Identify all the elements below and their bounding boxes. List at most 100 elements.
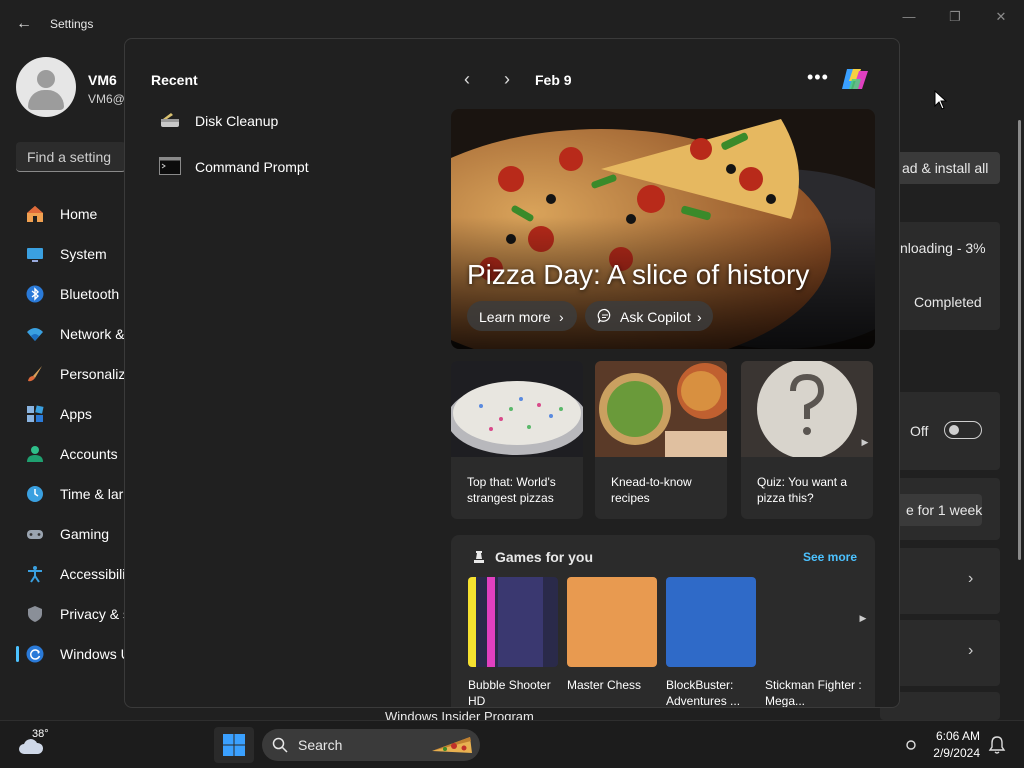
sidebar-item-label: Home [60, 206, 98, 222]
games-title: Games for you [495, 549, 594, 565]
wifi-icon [27, 328, 43, 341]
chevron-right-icon: › [697, 309, 702, 325]
games-next-arrow[interactable]: ▶ [857, 607, 869, 629]
toggle-state-label: Off [910, 423, 929, 439]
user-name: VM6 [88, 72, 117, 88]
user-email: VM6@ [88, 92, 125, 106]
hero-title[interactable]: Pizza Day: A slice of history [467, 259, 809, 291]
sidebar-item-label: Network & [60, 326, 125, 342]
carousel-next-arrow[interactable]: ▶ [859, 431, 871, 453]
person-icon [27, 446, 43, 462]
home-icon [27, 206, 43, 222]
sidebar-item-accessibility[interactable]: Accessibili [20, 556, 130, 592]
mouse-cursor-icon [934, 90, 948, 110]
sidebar-item-bluetooth[interactable]: Bluetooth [20, 276, 130, 312]
search-icon [272, 737, 288, 753]
start-button[interactable] [214, 727, 254, 763]
card-caption: Knead-to-know recipes [611, 475, 692, 505]
see-more-link[interactable]: See more [803, 550, 857, 564]
avatar[interactable] [16, 57, 76, 117]
widgets-panel: Recent Disk Cleanup Command Prompt ‹ › F… [124, 38, 900, 708]
notification-bell-icon[interactable] [988, 735, 1006, 755]
chevron-right-icon: › [968, 642, 974, 659]
chevron-right-icon: › [559, 309, 564, 325]
minimize-button[interactable]: — [894, 6, 924, 28]
card-caption: Quiz: You want a pizza this? [757, 475, 848, 505]
flour-question-image [741, 361, 873, 457]
sidebar-item-label: Time & lar [60, 486, 124, 502]
master-chess-thumbnail [567, 577, 657, 667]
maximize-button[interactable]: ❐ [940, 6, 970, 28]
next-day-button[interactable]: › [497, 69, 517, 89]
sidebar-item-time-language[interactable]: Time & lar [20, 476, 130, 512]
bubble-shooter-thumbnail [468, 577, 558, 667]
sidebar-item-label: Privacy & s [60, 606, 131, 622]
article-card-recipes[interactable]: Knead-to-know recipes [595, 361, 727, 519]
command-prompt-icon [159, 157, 181, 175]
search-label: Search [298, 737, 343, 753]
sidebar-item-privacy[interactable]: Privacy & s [20, 596, 130, 632]
sidebar-item-label: Accessibili [60, 566, 126, 582]
monitor-icon [27, 248, 43, 262]
chat-icon [597, 308, 611, 323]
pizza-day-doodle-icon [432, 737, 472, 753]
sidebar-item-label: Gaming [60, 526, 110, 542]
clock-date[interactable]: 2/9/2024 [920, 746, 980, 760]
sidebar-item-label: Personaliz [60, 366, 126, 382]
recent-item-command-prompt[interactable]: Command Prompt [159, 153, 409, 181]
ask-copilot-button[interactable]: Ask Copilot › [585, 301, 713, 331]
bluetooth-icon [26, 285, 44, 303]
game-name: BlockBuster: Adventures ... [666, 678, 741, 708]
cloud-icon [19, 739, 44, 754]
copilot-icon[interactable] [839, 63, 871, 95]
article-card-quiz[interactable]: Quiz: You want a pizza this? [741, 361, 873, 519]
clock-icon [27, 486, 43, 502]
feed-date: Feb 9 [535, 72, 572, 88]
chevron-right-icon: › [968, 570, 974, 587]
sidebar-item-gaming[interactable]: Gaming [20, 516, 130, 552]
back-arrow-icon[interactable]: ← [14, 14, 34, 34]
update-icon [26, 645, 44, 663]
sidebar-item-personalization[interactable]: Personaliz [20, 356, 130, 392]
weather-widget-button[interactable]: 38° [10, 727, 70, 763]
accessibility-icon [28, 566, 42, 583]
article-card-strangest-pizzas[interactable]: Top that: World's strangest pizzas [451, 361, 583, 519]
sidebar-item-windows-update[interactable]: Windows U [20, 636, 131, 672]
game-name: Stickman Fighter : Mega... [765, 678, 862, 708]
sidebar-item-label: Apps [60, 406, 92, 422]
strange-pizza-image [451, 361, 583, 457]
card-caption: Top that: World's strangest pizzas [467, 475, 556, 505]
sidebar-item-system[interactable]: System [20, 236, 130, 272]
hero-article-card[interactable]: Pizza Day: A slice of history Learn more… [451, 109, 875, 349]
disk-cleanup-icon [161, 113, 179, 127]
brush-icon [28, 366, 42, 382]
find-setting-placeholder: Find a setting [27, 149, 112, 165]
sidebar-item-label: Accounts [60, 446, 118, 462]
find-setting-input[interactable]: Find a setting [16, 142, 126, 172]
get-updates-toggle[interactable] [944, 421, 982, 439]
recent-item-disk-cleanup[interactable]: Disk Cleanup [159, 107, 409, 135]
blockbuster-thumbnail [666, 577, 756, 667]
sidebar-item-apps[interactable]: Apps [20, 396, 130, 432]
close-button[interactable]: ✕ [986, 6, 1016, 28]
taskbar: 38° Search 6:06 AM 2/9/2024 [0, 720, 1024, 768]
scrollbar[interactable] [1018, 120, 1021, 560]
windows-logo-icon [223, 734, 245, 756]
recipe-pizza-image [595, 361, 727, 457]
sidebar-item-network[interactable]: Network & [20, 316, 130, 352]
sidebar-item-accounts[interactable]: Accounts [20, 436, 130, 472]
more-options-icon[interactable]: ••• [807, 67, 829, 88]
sidebar-item-label: Windows U [60, 646, 131, 662]
taskbar-search-box[interactable]: Search [262, 729, 480, 761]
previous-day-button[interactable]: ‹ [457, 69, 477, 89]
games-widget: Games for you See more Bubble Shooter HD… [451, 535, 875, 708]
shield-icon [28, 606, 42, 622]
clock-time[interactable]: 6:06 AM [930, 729, 980, 743]
downloading-status: nloading - 3% [900, 240, 986, 256]
system-tray-icon[interactable] [906, 739, 916, 751]
learn-more-button[interactable]: Learn more › [467, 301, 577, 331]
recent-title: Recent [151, 72, 198, 88]
sidebar-item-home[interactable]: Home [20, 196, 130, 232]
temperature: 38° [32, 728, 49, 740]
apps-icon [27, 405, 44, 422]
